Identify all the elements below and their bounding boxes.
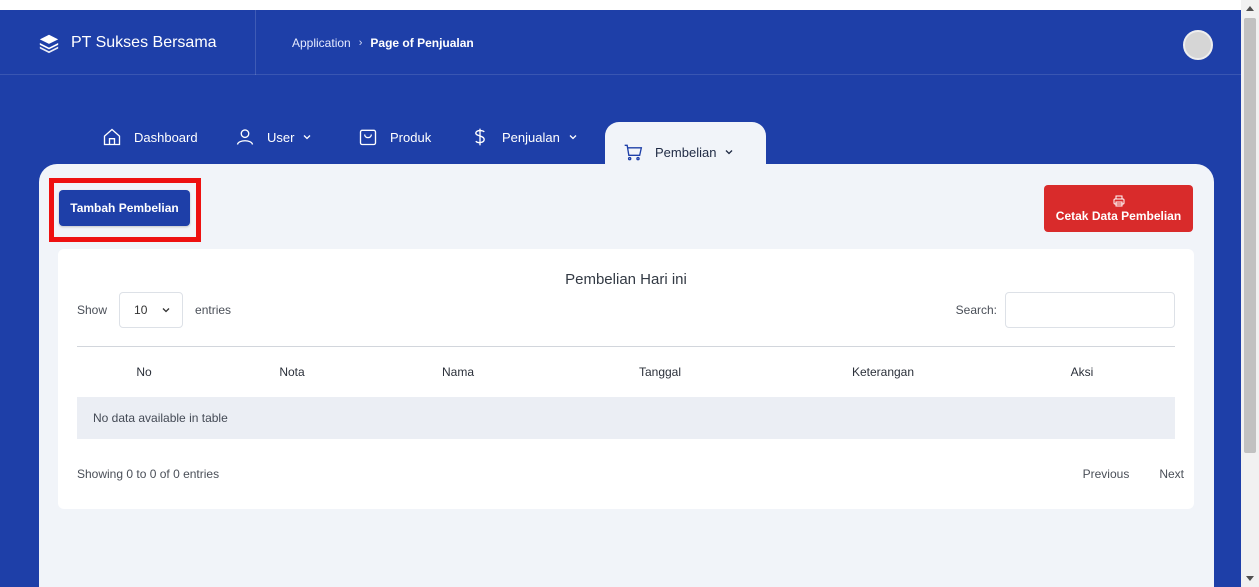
- nav-label-pembelian: Pembelian: [655, 144, 717, 160]
- print-button-label: Cetak Data Pembelian: [1055, 208, 1182, 223]
- breadcrumb-separator-icon: ›: [358, 36, 363, 49]
- app-window: PT Sukses Bersama Application › Page of …: [0, 10, 1241, 587]
- pembelian-table: No Nota Nama Tanggal Keterangan Aksi No …: [77, 346, 1175, 439]
- entries-label: entries: [195, 303, 232, 317]
- layers-icon: [39, 34, 59, 53]
- user-icon: [236, 129, 254, 145]
- avatar[interactable]: [1183, 30, 1213, 60]
- empty-table-row: No data available in table: [77, 397, 1175, 439]
- column-header-nama[interactable]: Nama: [373, 365, 543, 379]
- entries-control: Show 10 entries: [77, 292, 231, 328]
- breadcrumb-current: Page of Penjualan: [370, 35, 474, 50]
- entries-select[interactable]: 10: [119, 292, 184, 328]
- nav-item-penjualan[interactable]: Penjualan: [470, 112, 590, 162]
- main-nav: Dashboard User Produk Penjualan Pembelia…: [0, 112, 1241, 182]
- entries-value: 10: [134, 303, 148, 317]
- column-header-keterangan[interactable]: Keterangan: [777, 365, 989, 379]
- table-card: Pembelian Hari ini Show 10 entries Searc…: [58, 249, 1194, 509]
- nav-label-dashboard: Dashboard: [134, 129, 198, 145]
- table-header: No Nota Nama Tanggal Keterangan Aksi: [77, 347, 1175, 397]
- printer-icon: [1113, 195, 1124, 206]
- column-header-aksi[interactable]: Aksi: [989, 365, 1175, 379]
- nav-item-produk[interactable]: Produk: [358, 112, 431, 162]
- show-label: Show: [77, 303, 108, 317]
- search-label: Search:: [955, 303, 997, 317]
- breadcrumb: Application › Page of Penjualan: [292, 10, 474, 75]
- column-header-no[interactable]: No: [77, 365, 211, 379]
- home-icon: [103, 128, 121, 146]
- next-button[interactable]: Next: [1159, 467, 1184, 481]
- breadcrumb-root[interactable]: Application: [292, 36, 351, 50]
- nav-item-dashboard[interactable]: Dashboard: [102, 112, 198, 162]
- top-bar: PT Sukses Bersama Application › Page of …: [0, 10, 1241, 75]
- chevron-down-icon: [569, 135, 577, 140]
- column-header-tanggal[interactable]: Tanggal: [543, 365, 777, 379]
- chevron-down-icon: [725, 150, 733, 155]
- scroll-thumb[interactable]: [1244, 18, 1256, 453]
- column-header-nota[interactable]: Nota: [211, 365, 373, 379]
- scroll-down-icon[interactable]: [1246, 576, 1254, 581]
- table-title: Pembelian Hari ini: [565, 271, 687, 288]
- scroll-up-icon[interactable]: [1246, 6, 1254, 11]
- print-pembelian-button[interactable]: Cetak Data Pembelian: [1044, 185, 1193, 232]
- nav-label-user: User: [267, 129, 295, 145]
- search-control: Search:: [956, 292, 1175, 328]
- nav-item-user[interactable]: User: [235, 112, 324, 162]
- brand-name: PT Sukses Bersama: [71, 33, 217, 51]
- dollar-icon: [475, 128, 485, 146]
- previous-button[interactable]: Previous: [1083, 467, 1130, 481]
- nav-label-produk: Produk: [390, 129, 432, 145]
- content-panel: Tambah Pembelian Cetak Data Pembelian Pe…: [39, 164, 1214, 587]
- add-pembelian-button[interactable]: Tambah Pembelian: [59, 190, 190, 226]
- table-info: Showing 0 to 0 of 0 entries: [77, 467, 220, 481]
- search-input[interactable]: [1005, 292, 1175, 328]
- brand[interactable]: PT Sukses Bersama: [0, 10, 256, 75]
- nav-label-penjualan: Penjualan: [502, 129, 560, 145]
- cart-icon: [624, 144, 643, 161]
- scrollbar[interactable]: [1241, 0, 1259, 587]
- pagination: Previous Next: [1053, 467, 1184, 481]
- shopping-bag-icon: [359, 129, 377, 146]
- chevron-down-icon: [303, 135, 311, 140]
- chevron-down-icon: [162, 308, 170, 313]
